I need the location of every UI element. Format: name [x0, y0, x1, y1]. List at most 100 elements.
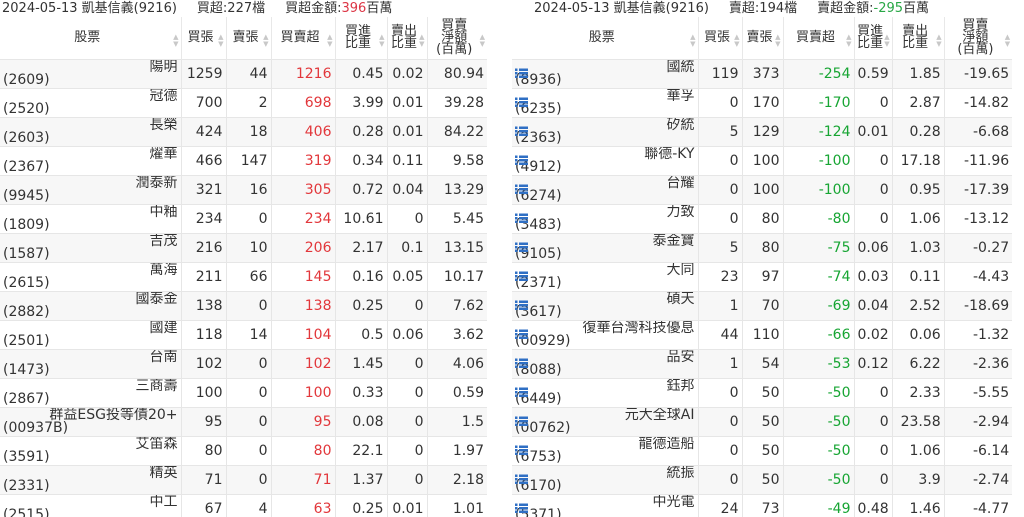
table-row[interactable]: 華孚 (6235) 0 170 -170 0 2.87 -14.82 — [512, 87, 1013, 117]
table-row[interactable]: 鈺邦 (6449) 0 50 -50 0 2.33 -5.55 — [512, 377, 1013, 407]
table-row[interactable]: 矽統 (2363) 5 129 -124 0.01 0.28 -6.68 — [512, 116, 1013, 146]
table-row[interactable]: 元大全球AI (00762) 0 50 -50 0 23.58 -2.94 — [512, 406, 1013, 436]
table-row[interactable]: 復華台灣科技優息 (00929) 44 110 -66 0.02 0.06 -1.32 — [512, 319, 1013, 349]
table-row[interactable]: 品安 (8088) 1 54 -53 0.12 6.22 -2.36 — [512, 348, 1013, 378]
stock-cell[interactable]: 台南 (1473) — [0, 348, 181, 378]
stock-cell[interactable]: 泰金寶 (9105) — [512, 232, 698, 262]
table-row[interactable]: 吉茂 (1587) 216 10 206 2.17 0.1 13.15 — [0, 232, 487, 262]
table-row[interactable]: 國泰金 (2882) 138 0 138 0.25 0 7.62 — [0, 290, 487, 320]
table-row[interactable]: 群益ESG投等債20+ (00937B) 95 0 95 0.08 0 1.5 — [0, 406, 487, 436]
table-row[interactable]: 聯德-KY (4912) 0 100 -100 0 17.18 -11.96 — [512, 145, 1013, 175]
stock-cell[interactable]: 三商壽 (2867) — [0, 377, 181, 407]
stock-cell[interactable]: 矽統 (2363) — [512, 116, 698, 146]
sort-arrows-icon[interactable]: ▲ ▼ — [775, 34, 780, 48]
table-row[interactable]: 長榮 (2603) 424 18 406 0.28 0.01 84.22 — [0, 116, 487, 146]
column-header-sell-ratio[interactable]: 賣出 比重 ▲ ▼ — [891, 17, 945, 59]
stock-cell[interactable]: 力致 (3483) — [512, 203, 698, 233]
column-header-net[interactable]: 買賣超 ▲ ▼ — [270, 17, 335, 59]
stock-cell[interactable]: 吉茂 (1587) — [0, 232, 181, 262]
stock-cell[interactable]: 聯德-KY (4912) — [512, 145, 698, 175]
stock-cell[interactable]: 鈺邦 (6449) — [512, 377, 698, 407]
column-header-sell-ratio[interactable]: 賣出 比重 ▲ ▼ — [386, 17, 427, 59]
sort-arrows-icon[interactable]: ▲ ▼ — [419, 34, 424, 48]
stock-cell[interactable]: 艾笛森 (3591) — [0, 435, 181, 465]
stock-cell[interactable]: 台耀 (6274) — [512, 174, 698, 204]
column-header-amount[interactable]: 買賣 淨額 (百萬) ▲ ▼ — [426, 17, 487, 59]
column-header-sell[interactable]: 賣張 ▲ ▼ — [225, 17, 271, 59]
table-row[interactable]: 精英 (2331) 71 0 71 1.37 0 2.18 — [0, 464, 487, 494]
column-header-buy-ratio[interactable]: 買進 比重 ▲ ▼ — [334, 17, 387, 59]
table-row[interactable]: 萬海 (2615) 211 66 145 0.16 0.05 10.17 — [0, 261, 487, 291]
table-row[interactable]: 中釉 (1809) 234 0 234 10.61 0 5.45 — [0, 203, 487, 233]
list-icon[interactable] — [515, 387, 528, 398]
table-row[interactable]: 陽明 (2609) 1259 44 1216 0.45 0.02 80.94 — [0, 58, 487, 88]
stock-cell[interactable]: 冠德 (2520) — [0, 87, 181, 117]
sort-arrows-icon[interactable]: ▲ ▼ — [218, 34, 223, 48]
table-row[interactable]: 中光電 (5371) 24 73 -49 0.48 1.46 -4.77 — [512, 493, 1013, 517]
stock-cell[interactable]: 統振 (6170) — [512, 464, 698, 494]
table-row[interactable]: 台耀 (6274) 0 100 -100 0 0.95 -17.39 — [512, 174, 1013, 204]
stock-cell[interactable]: 碩天 (3617) — [512, 290, 698, 320]
list-icon[interactable] — [515, 184, 528, 195]
stock-cell[interactable]: 萬海 (2615) — [0, 261, 181, 291]
table-row[interactable]: 潤泰新 (9945) 321 16 305 0.72 0.04 13.29 — [0, 174, 487, 204]
table-row[interactable]: 台南 (1473) 102 0 102 1.45 0 4.06 — [0, 348, 487, 378]
list-icon[interactable] — [515, 126, 528, 137]
sort-arrows-icon[interactable]: ▲ ▼ — [327, 34, 332, 48]
sort-arrows-icon[interactable]: ▲ ▼ — [846, 34, 851, 48]
sort-arrows-icon[interactable]: ▲ ▼ — [480, 34, 485, 48]
list-icon[interactable] — [515, 474, 528, 485]
list-icon[interactable] — [515, 358, 528, 369]
stock-cell[interactable]: 中工 (2515) — [0, 493, 181, 517]
list-icon[interactable] — [515, 503, 528, 514]
sort-arrows-icon[interactable]: ▲ ▼ — [690, 34, 695, 48]
column-header-buy-ratio[interactable]: 買進 比重 ▲ ▼ — [853, 17, 893, 59]
stock-cell[interactable]: 燿華 (2367) — [0, 145, 181, 175]
stock-cell[interactable]: 中光電 (5371) — [512, 493, 698, 517]
table-row[interactable]: 碩天 (3617) 1 70 -69 0.04 2.52 -18.69 — [512, 290, 1013, 320]
stock-cell[interactable]: 長榮 (2603) — [0, 116, 181, 146]
column-header-stock[interactable]: 股票 ▲ ▼ — [512, 17, 698, 59]
table-row[interactable]: 泰金寶 (9105) 5 80 -75 0.06 1.03 -0.27 — [512, 232, 1013, 262]
sort-arrows-icon[interactable]: ▲ ▼ — [379, 34, 384, 48]
stock-cell[interactable]: 群益ESG投等債20+ (00937B) — [0, 406, 181, 436]
list-icon[interactable] — [515, 329, 528, 340]
column-header-net[interactable]: 買賣超 ▲ ▼ — [782, 17, 854, 59]
table-row[interactable]: 艾笛森 (3591) 80 0 80 22.1 0 1.97 — [0, 435, 487, 465]
stock-cell[interactable]: 復華台灣科技優息 (00929) — [512, 319, 698, 349]
stock-cell[interactable]: 龍德造船 (6753) — [512, 435, 698, 465]
sort-arrows-icon[interactable]: ▲ ▼ — [936, 34, 941, 48]
sort-arrows-icon[interactable]: ▲ ▼ — [263, 34, 268, 48]
sort-arrows-icon[interactable]: ▲ ▼ — [734, 34, 739, 48]
list-icon[interactable] — [515, 213, 528, 224]
column-header-amount[interactable]: 買賣 淨額 (百萬) ▲ ▼ — [943, 17, 1013, 59]
stock-cell[interactable]: 精英 (2331) — [0, 464, 181, 494]
table-row[interactable]: 三商壽 (2867) 100 0 100 0.33 0 0.59 — [0, 377, 487, 407]
stock-cell[interactable]: 元大全球AI (00762) — [512, 406, 698, 436]
sort-arrows-icon[interactable]: ▲ ▼ — [884, 34, 889, 48]
stock-cell[interactable]: 大同 (2371) — [512, 261, 698, 291]
sort-arrows-icon[interactable]: ▲ ▼ — [1005, 34, 1010, 48]
list-icon[interactable] — [515, 68, 528, 79]
stock-cell[interactable]: 中釉 (1809) — [0, 203, 181, 233]
column-header-buy[interactable]: 買張 ▲ ▼ — [697, 17, 742, 59]
stock-cell[interactable]: 華孚 (6235) — [512, 87, 698, 117]
list-icon[interactable] — [515, 300, 528, 311]
list-icon[interactable] — [515, 416, 528, 427]
table-row[interactable]: 統振 (6170) 0 50 -50 0 3.9 -2.74 — [512, 464, 1013, 494]
list-icon[interactable] — [515, 445, 528, 456]
stock-cell[interactable]: 陽明 (2609) — [0, 58, 181, 88]
table-row[interactable]: 龍德造船 (6753) 0 50 -50 0 1.06 -6.14 — [512, 435, 1013, 465]
stock-cell[interactable]: 國統 (8936) — [512, 58, 698, 88]
list-icon[interactable] — [515, 97, 528, 108]
list-icon[interactable] — [515, 155, 528, 166]
list-icon[interactable] — [515, 242, 528, 253]
table-row[interactable]: 中工 (2515) 67 4 63 0.25 0.01 1.01 — [0, 493, 487, 517]
table-row[interactable]: 國統 (8936) 119 373 -254 0.59 1.85 -19.65 — [512, 58, 1013, 88]
list-icon[interactable] — [515, 271, 528, 282]
table-row[interactable]: 燿華 (2367) 466 147 319 0.34 0.11 9.58 — [0, 145, 487, 175]
stock-cell[interactable]: 品安 (8088) — [512, 348, 698, 378]
stock-cell[interactable]: 潤泰新 (9945) — [0, 174, 181, 204]
column-header-buy[interactable]: 買張 ▲ ▼ — [180, 17, 226, 59]
stock-cell[interactable]: 國泰金 (2882) — [0, 290, 181, 320]
